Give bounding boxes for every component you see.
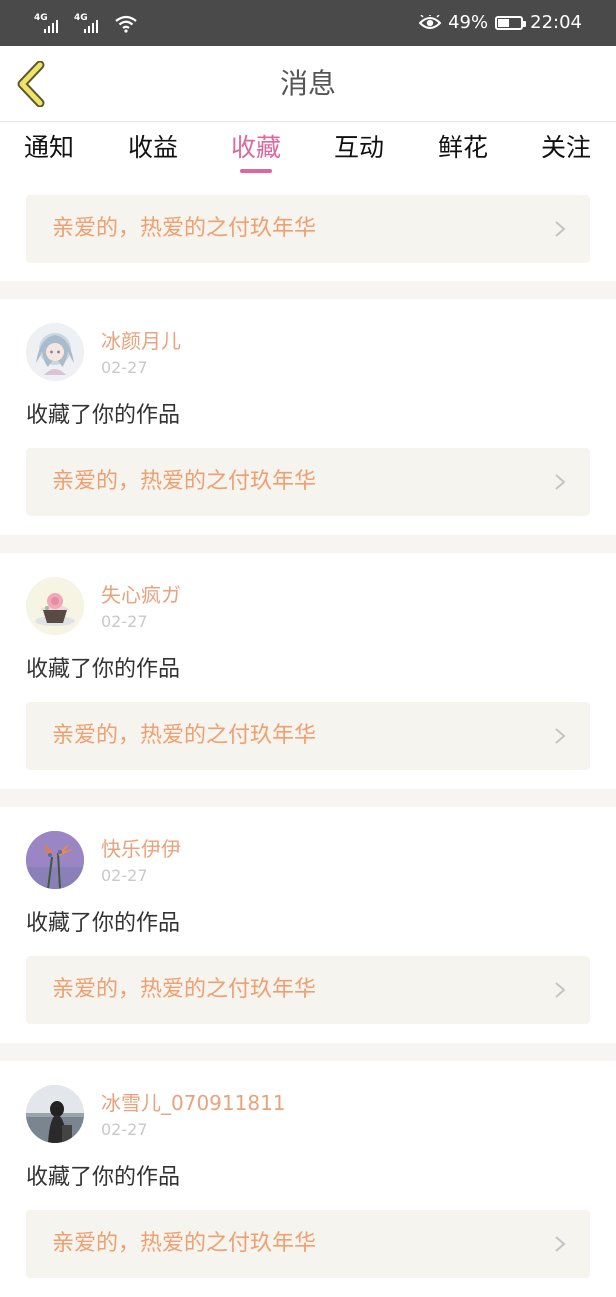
status-right: 49% 22:04 — [419, 11, 582, 35]
work-link[interactable]: 亲爱的，热爱的之付玖年华 — [26, 448, 590, 516]
work-title: 亲爱的，热爱的之付玖年华 — [52, 977, 317, 1002]
cellular-signal-2-icon: 4G — [74, 14, 104, 34]
battery-percent: 49% — [448, 12, 489, 33]
chevron-right-icon — [555, 728, 566, 744]
work-title: 亲爱的，热爱的之付玖年华 — [52, 1231, 317, 1256]
clock: 22:04 — [530, 12, 582, 33]
list-item: 快乐伊伊 02-27 收藏了你的作品 亲爱的，热爱的之付玖年华 — [0, 807, 616, 1043]
tab-label: 收藏 — [230, 133, 281, 162]
timestamp: 02-27 — [101, 358, 148, 377]
username[interactable]: 快乐伊伊 — [101, 836, 181, 862]
chevron-right-icon — [555, 982, 566, 998]
chevron-right-icon — [555, 221, 566, 237]
timestamp: 02-27 — [101, 612, 148, 631]
tab-label: 鲜花 — [437, 133, 488, 162]
work-title: 亲爱的，热爱的之付玖年华 — [52, 216, 317, 241]
chevron-right-icon — [555, 1236, 566, 1252]
status-left: 4G 4G — [34, 12, 138, 34]
active-tab-indicator — [240, 169, 272, 173]
tab-bar: 通知 收益 收藏 互动 鲜花 关注 — [0, 122, 616, 180]
work-link[interactable]: 亲爱的，热爱的之付玖年华 — [26, 1210, 590, 1278]
list-item: 冰雪儿_070911811 02-27 收藏了你的作品 亲爱的，热爱的之付玖年华 — [0, 1061, 616, 1297]
battery-icon — [495, 16, 527, 30]
divider — [0, 789, 616, 807]
action-text: 收藏了你的作品 — [26, 911, 181, 936]
divider — [0, 281, 616, 299]
avatar[interactable] — [26, 323, 84, 381]
avatar[interactable] — [26, 831, 84, 889]
work-title: 亲爱的，热爱的之付玖年华 — [52, 469, 317, 494]
avatar[interactable] — [26, 577, 84, 635]
tab-label: 收益 — [127, 133, 178, 162]
action-text: 收藏了你的作品 — [26, 403, 181, 428]
tab-earnings[interactable]: 收益 — [108, 122, 198, 180]
chevron-right-icon — [555, 474, 566, 490]
tab-favorites[interactable]: 收藏 — [211, 122, 301, 180]
work-link[interactable]: 亲爱的，热爱的之付玖年华 — [26, 195, 590, 263]
divider — [0, 535, 616, 553]
work-link[interactable]: 亲爱的，热爱的之付玖年华 — [26, 702, 590, 770]
page-title: 消息 — [279, 67, 336, 100]
tab-label: 通知 — [23, 133, 74, 162]
divider — [0, 1043, 616, 1061]
wifi-icon — [115, 15, 137, 33]
work-title: 亲爱的，热爱的之付玖年华 — [52, 723, 317, 748]
action-text: 收藏了你的作品 — [26, 657, 181, 682]
username[interactable]: 失心疯ガ — [101, 582, 181, 608]
work-link[interactable]: 亲爱的，热爱的之付玖年华 — [26, 956, 590, 1024]
username[interactable]: 冰颜月儿 — [101, 328, 181, 354]
tab-label: 关注 — [540, 133, 591, 162]
cellular-signal-1-icon: 4G — [34, 14, 64, 34]
tab-following[interactable]: 关注 — [521, 122, 611, 180]
action-text: 收藏了你的作品 — [26, 1165, 181, 1190]
eye-comfort-icon — [419, 15, 442, 29]
list-item: 冰颜月儿 02-27 收藏了你的作品 亲爱的，热爱的之付玖年华 — [0, 299, 616, 535]
username[interactable]: 冰雪儿_070911811 — [101, 1090, 286, 1116]
timestamp: 02-27 — [101, 1120, 148, 1139]
status-bar: 4G 4G 49% 22:04 — [0, 0, 616, 46]
tab-interactions[interactable]: 互动 — [314, 122, 404, 180]
avatar[interactable] — [26, 1085, 84, 1143]
app-header: 消息 — [0, 46, 616, 122]
list-item: 失心疯ガ 02-27 收藏了你的作品 亲爱的，热爱的之付玖年华 — [0, 553, 616, 789]
timestamp: 02-27 — [101, 866, 148, 885]
tab-flowers[interactable]: 鲜花 — [418, 122, 508, 180]
tab-notifications[interactable]: 通知 — [4, 122, 94, 180]
tab-label: 互动 — [333, 133, 384, 162]
